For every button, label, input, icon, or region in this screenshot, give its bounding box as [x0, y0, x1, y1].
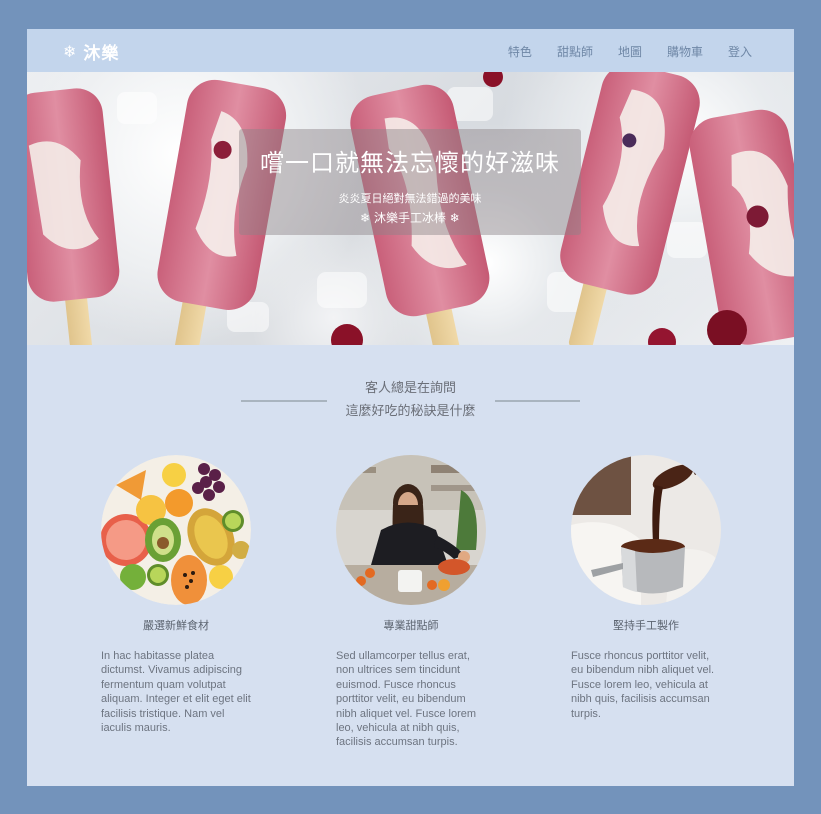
- feature-description: Fusce rhoncus porttitor velit, eu bibend…: [571, 650, 715, 720]
- section-heading-line1: 客人總是在詢問: [364, 381, 456, 396]
- nav-link-map[interactable]: 地圖: [618, 43, 642, 60]
- heading-divider-right: [495, 400, 580, 402]
- feature-title: 專業甜點師: [383, 619, 439, 632]
- feature-card-ingredients: 嚴選新鮮食材 In hac habitasse platea dictumst.…: [101, 455, 251, 735]
- feature-title: 嚴選新鮮食材: [143, 619, 209, 632]
- page: ❄ 沐樂 特色 甜點師 地圖 購物車 登入 嚐一口就無法忘懷的好滋味 炎炎夏日絕…: [27, 29, 794, 786]
- section-heading: 客人總是在詢問 這麼好吃的秘訣是什麼: [27, 377, 794, 423]
- section-heading-line2: 這麼好吃的秘訣是什麼: [345, 404, 476, 419]
- nav-link-pastry-chefs[interactable]: 甜點師: [557, 43, 593, 60]
- hero-title: 嚐一口就無法忘懷的好滋味: [260, 149, 560, 177]
- navbar: ❄ 沐樂 特色 甜點師 地圖 購物車 登入: [27, 29, 794, 72]
- hero-subtitle: 炎炎夏日絕對無法錯過的美味: [338, 192, 482, 205]
- feature-description: Sed ullamcorper tellus erat, non ultrice…: [336, 650, 477, 749]
- chocolate-photo: [571, 455, 721, 605]
- feature-description: In hac habitasse platea dictumst. Vivamu…: [101, 650, 251, 735]
- nav-link-features[interactable]: 特色: [508, 43, 532, 60]
- brand-name: 沐樂: [83, 44, 120, 64]
- chef-photo: [336, 455, 486, 605]
- nav-link-cart[interactable]: 購物車: [667, 43, 703, 60]
- snowflake-icon: ❄: [63, 42, 78, 61]
- heading-divider-left: [241, 400, 327, 402]
- fruits-photo: [101, 455, 251, 605]
- feature-card-handmade: 堅持手工製作 Fusce rhoncus porttitor velit, eu…: [571, 455, 721, 721]
- nav-link-login[interactable]: 登入: [728, 43, 752, 60]
- feature-title: 堅持手工製作: [613, 619, 679, 632]
- nav-menu: 特色 甜點師 地圖 購物車 登入: [508, 43, 752, 60]
- feature-card-pastry-chef: 專業甜點師 Sed ullamcorper tellus erat, non u…: [336, 455, 486, 750]
- hero-caption-box: 嚐一口就無法忘懷的好滋味 炎炎夏日絕對無法錯過的美味 ❄ 沐樂手工冰棒 ❄: [239, 129, 581, 235]
- brand-logo[interactable]: ❄ 沐樂: [63, 39, 119, 64]
- hero-tagline: ❄ 沐樂手工冰棒 ❄: [360, 211, 460, 225]
- hero-banner: 嚐一口就無法忘懷的好滋味 炎炎夏日絕對無法錯過的美味 ❄ 沐樂手工冰棒 ❄: [27, 72, 794, 345]
